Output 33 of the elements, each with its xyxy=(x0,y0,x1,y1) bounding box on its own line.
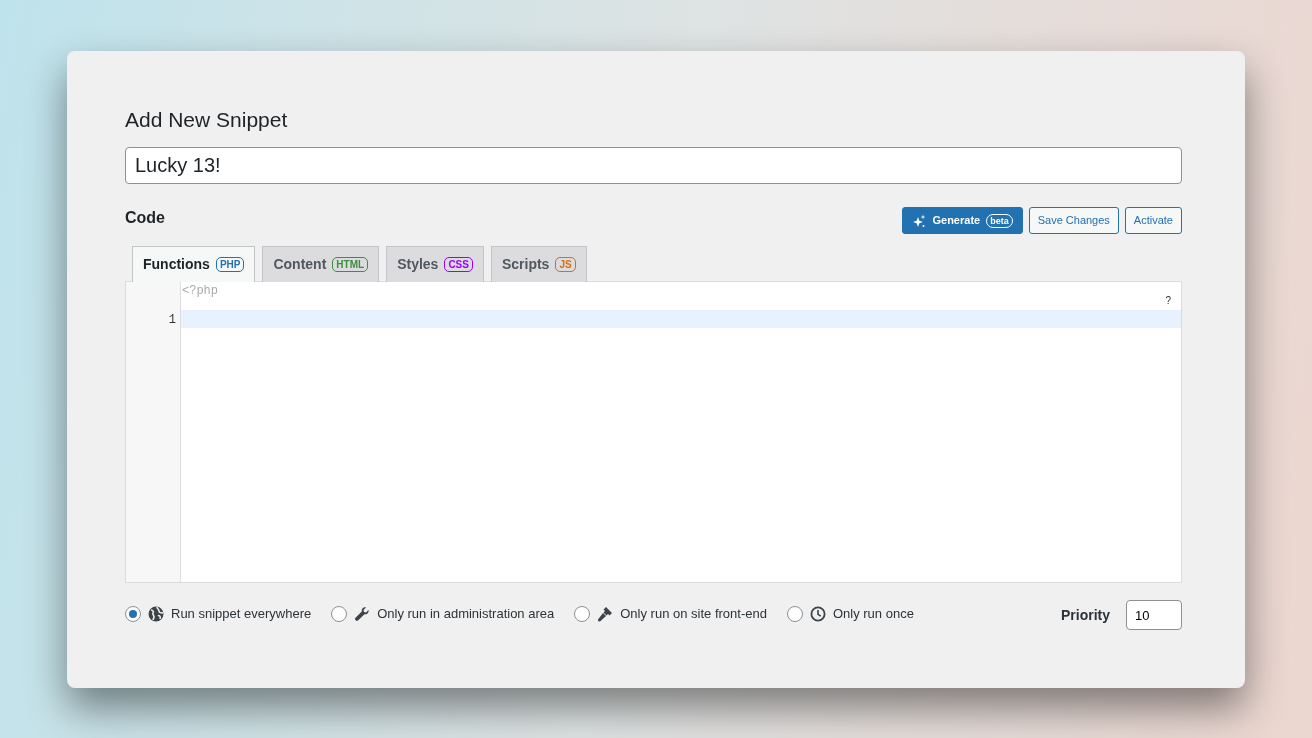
language-badge: CSS xyxy=(444,257,473,272)
priority-label: Priority xyxy=(1061,605,1110,625)
option-label: Only run on site front-end xyxy=(620,604,767,623)
priority-field[interactable]: 10 xyxy=(1126,600,1182,630)
radio-button[interactable] xyxy=(786,605,803,622)
language-badge: JS xyxy=(555,257,576,272)
help-link[interactable]: ? xyxy=(1165,282,1181,310)
radio-button[interactable] xyxy=(331,605,348,622)
editor-tab[interactable]: Content HTML xyxy=(262,246,380,282)
line-number: 1 xyxy=(167,312,177,329)
radio-button[interactable] xyxy=(574,605,591,622)
globe-icon xyxy=(148,605,164,622)
activate-button[interactable]: Activate xyxy=(1124,207,1182,234)
section-label: Code xyxy=(125,208,165,228)
title-field[interactable]: Lucky 13! xyxy=(125,147,1182,184)
editor-tab[interactable]: Scripts JS xyxy=(490,246,587,282)
generate-button[interactable]: Generate beta xyxy=(902,207,1023,234)
language-badge: PHP xyxy=(215,257,245,272)
language-badge: HTML xyxy=(332,257,369,272)
code-text: <?php xyxy=(182,283,218,300)
paintbrush-icon xyxy=(597,605,614,622)
editor-tab[interactable]: Styles CSS xyxy=(386,246,484,282)
editor-tab[interactable]: Functions PHP xyxy=(132,246,256,282)
save-button[interactable]: Save Changes xyxy=(1028,207,1119,234)
radio-button[interactable] xyxy=(125,605,141,622)
code-editor[interactable]: 1 <?php ? xyxy=(125,281,1182,583)
wrench-icon xyxy=(354,605,371,622)
clock-icon xyxy=(809,605,826,622)
option-label: Run snippet everywhere xyxy=(171,604,312,623)
sparkle-icon xyxy=(912,213,927,228)
option-label: Only run in administration area xyxy=(377,604,555,623)
option-label: Only run once xyxy=(832,604,914,623)
page-heading: Add New Snippet xyxy=(125,107,289,133)
